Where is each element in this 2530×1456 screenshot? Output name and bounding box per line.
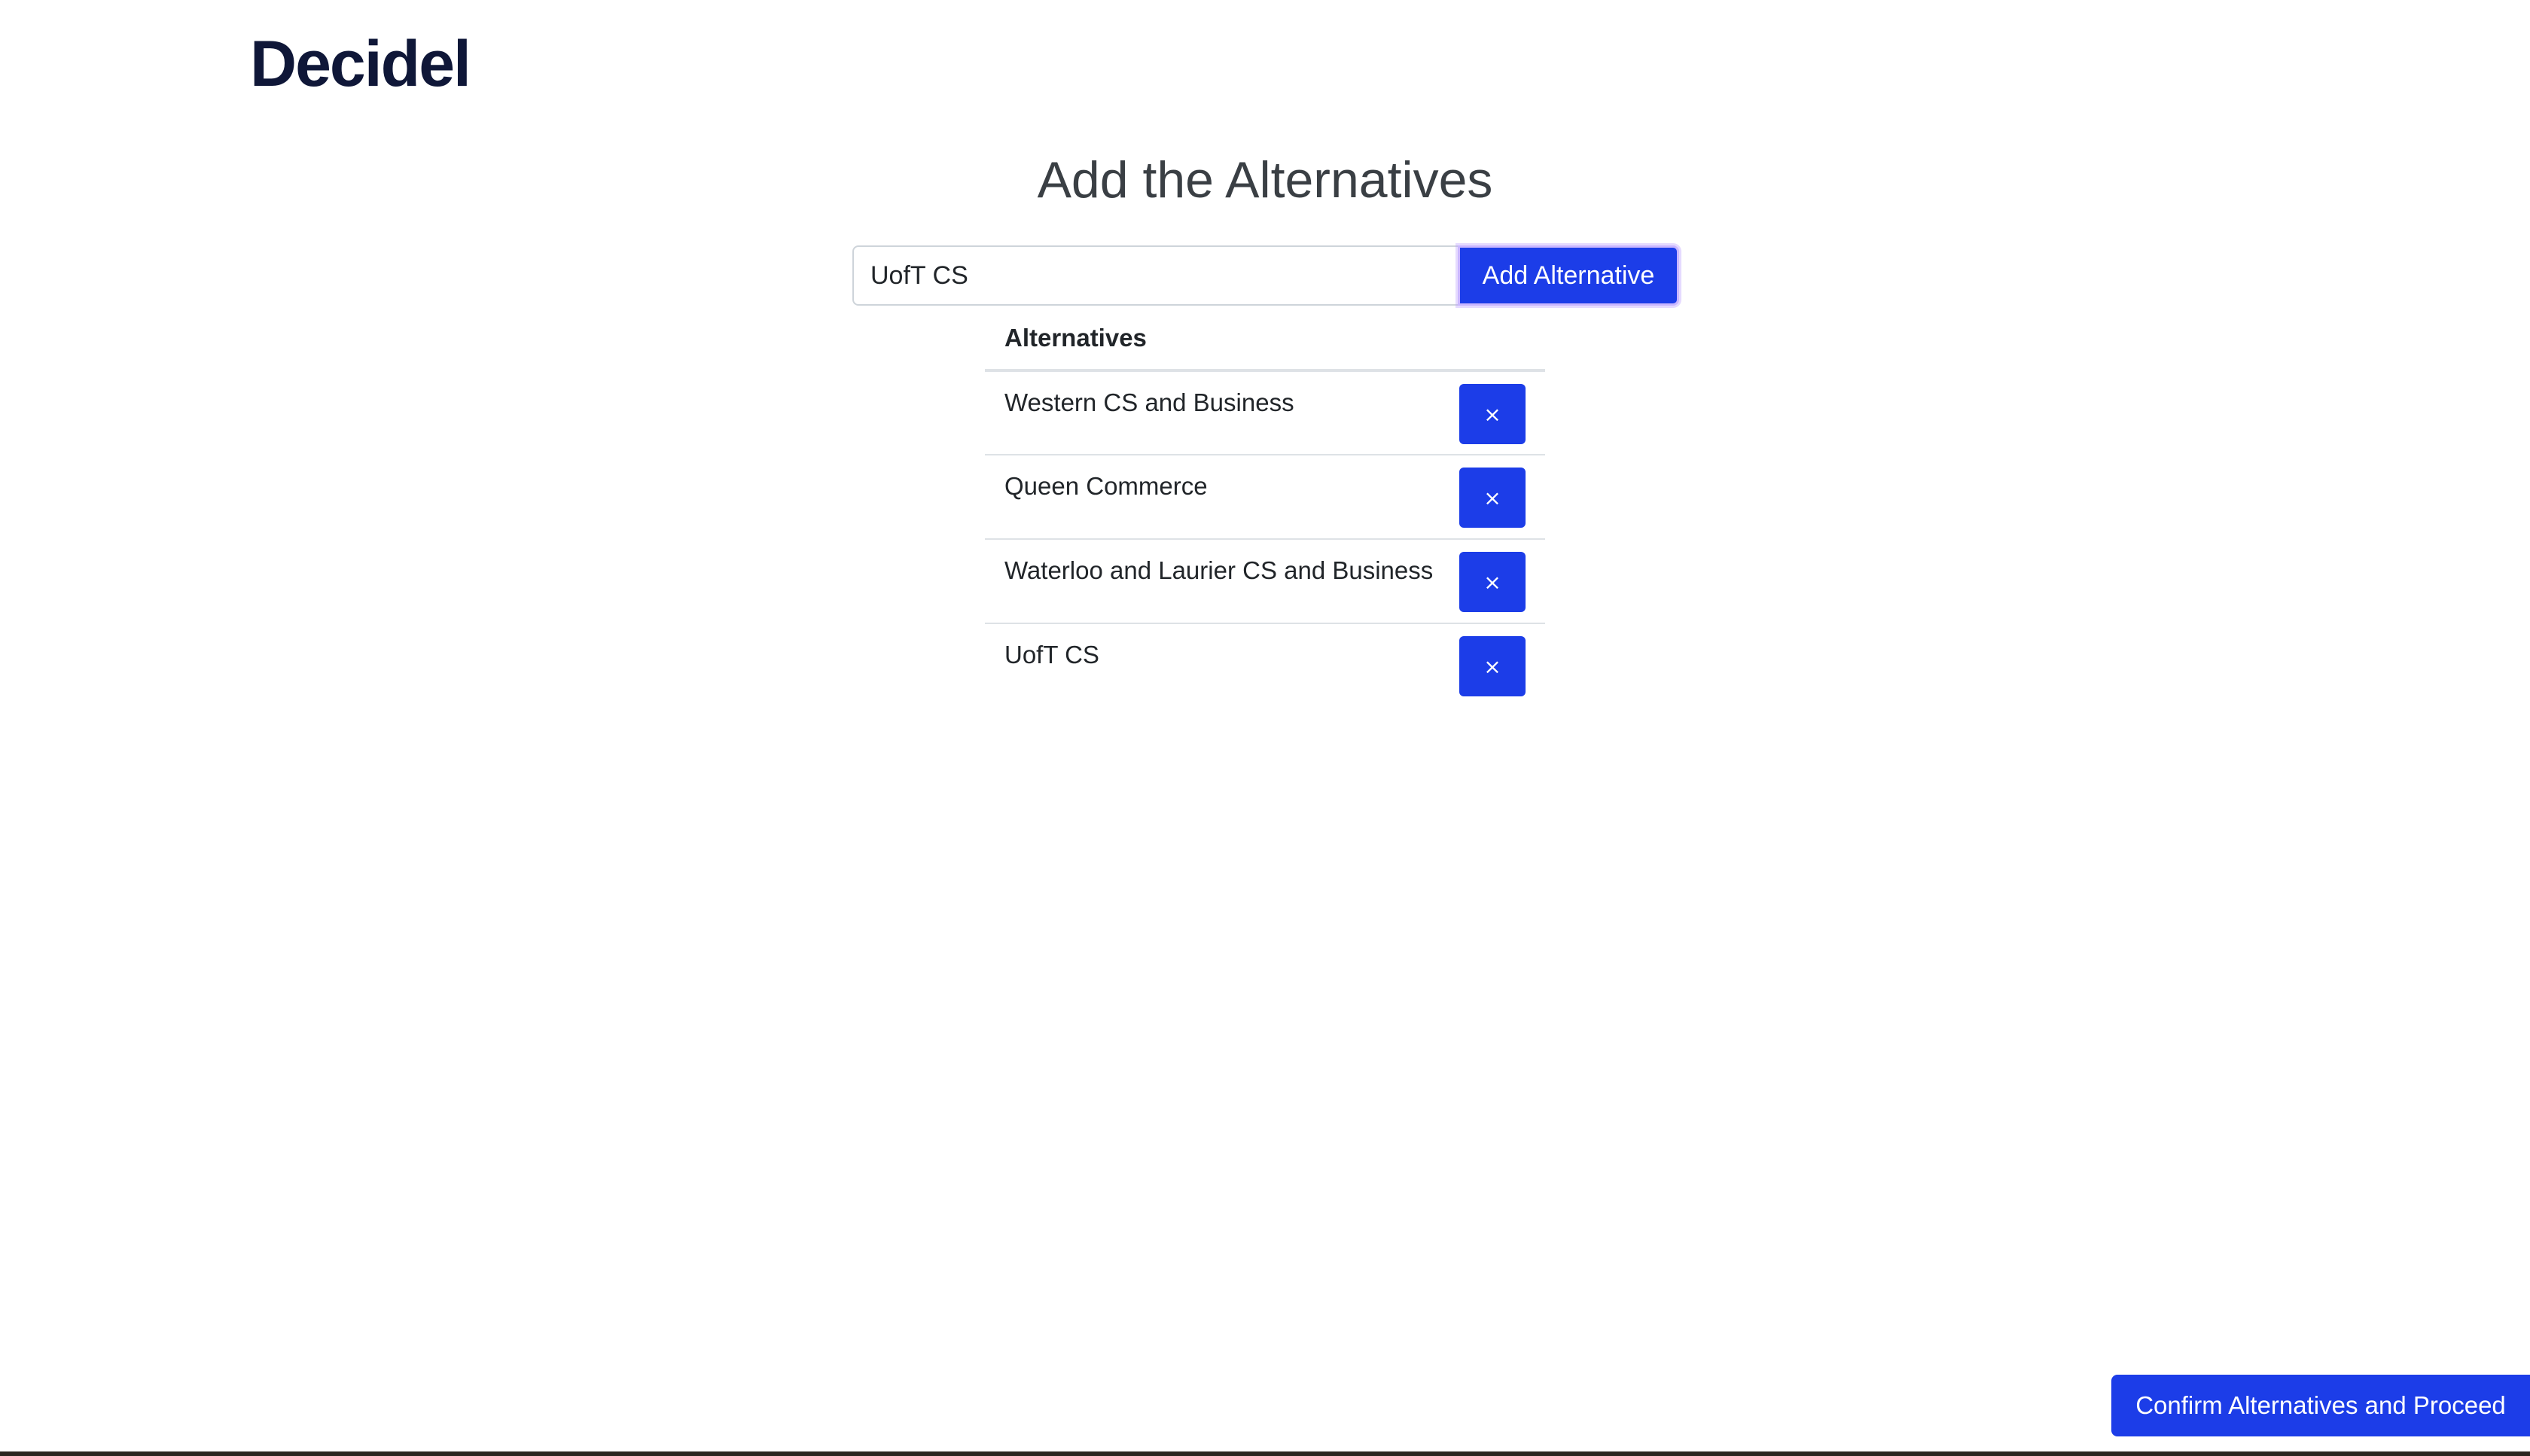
logo-wordmark: Decidely — [250, 33, 468, 100]
alternative-name: Waterloo and Laurier CS and Business — [985, 539, 1459, 624]
decidely-logo[interactable]: Decidely — [250, 33, 468, 105]
add-alternative-form: Add Alternative — [852, 245, 1679, 306]
remove-alternative-button[interactable]: × — [1459, 552, 1526, 612]
alternative-name: Western CS and Business — [985, 370, 1459, 455]
alternatives-header: Alternatives — [985, 304, 1545, 372]
alternatives-table: Alternatives Western CS and Business × Q… — [985, 304, 1545, 708]
row-action-cell: × — [1459, 370, 1545, 455]
alternative-input[interactable] — [852, 245, 1458, 306]
alternative-name: UofT CS — [1004, 641, 1099, 669]
page: Decidely Add the Alternatives Add Altern… — [0, 0, 2530, 1456]
row-action-cell: × — [1459, 455, 1545, 540]
table-row: Queen Commerce × — [985, 455, 1545, 540]
remove-alternative-button[interactable]: × — [1459, 468, 1526, 528]
remove-alternative-button[interactable]: × — [1459, 384, 1526, 444]
row-action-cell: × — [1459, 623, 1545, 708]
close-icon: × — [1483, 485, 1501, 510]
remove-alternative-button[interactable]: × — [1459, 636, 1526, 696]
table-header-row: Alternatives — [985, 304, 1545, 372]
table-row: UofT CS × — [985, 623, 1545, 708]
row-action-cell: × — [1459, 539, 1545, 624]
table-row: Western CS and Business × — [985, 370, 1545, 455]
close-icon: × — [1483, 401, 1501, 427]
close-icon: × — [1483, 569, 1501, 595]
logo-text: Decidely — [250, 33, 468, 100]
table-row: Waterloo and Laurier CS and Business × — [985, 539, 1545, 624]
bottom-edge-divider — [0, 1451, 2530, 1456]
alternative-name: Queen Commerce — [985, 455, 1459, 540]
add-alternative-button[interactable]: Add Alternative — [1458, 245, 1679, 306]
page-title: Add the Alternatives — [1037, 151, 1493, 209]
close-icon: × — [1483, 653, 1501, 679]
confirm-alternatives-button[interactable]: Confirm Alternatives and Proceed — [2111, 1375, 2530, 1436]
